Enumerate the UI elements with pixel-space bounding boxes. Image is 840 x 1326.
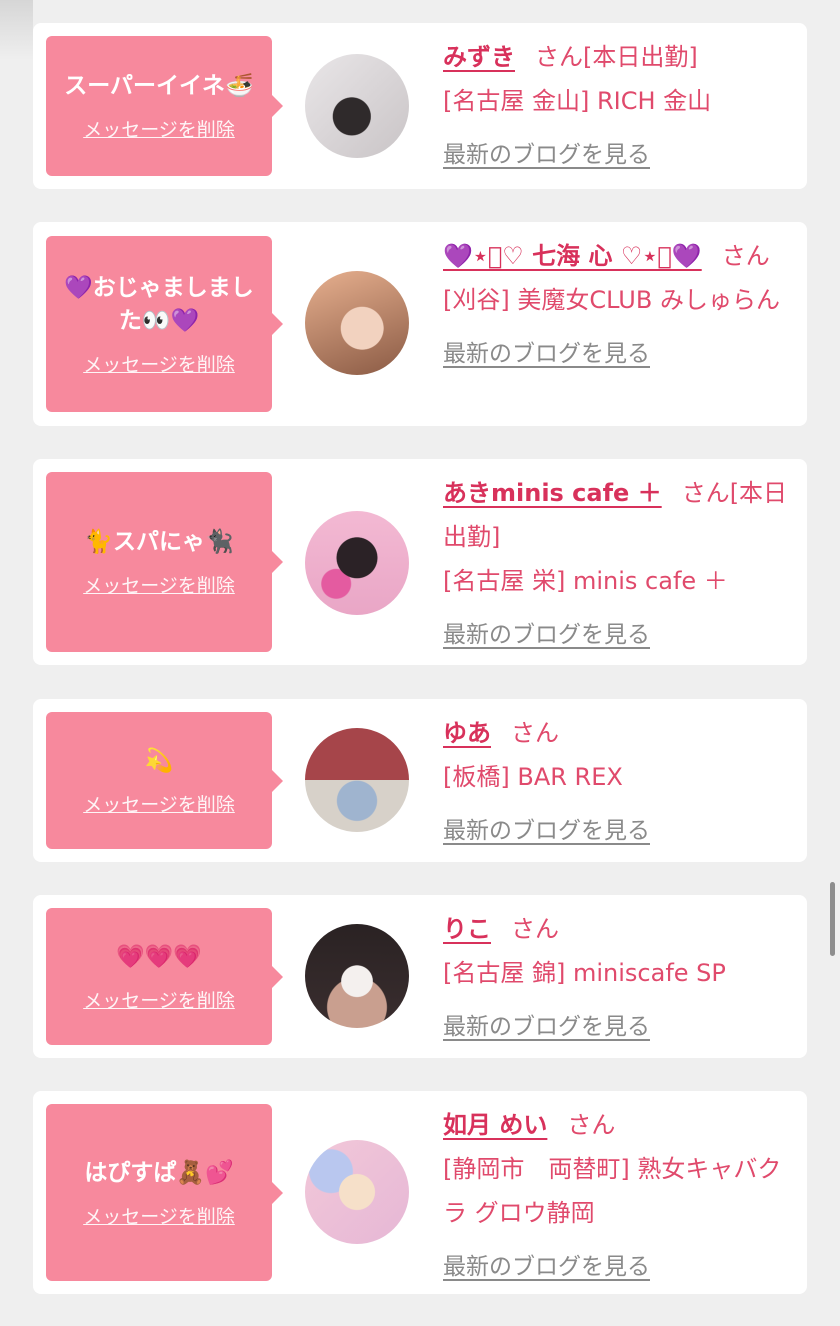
message-text: 💜おじゃましました👀💜	[64, 274, 254, 334]
message-card: はぴすぱ🧸💕 メッセージを削除 如月 めい さん [静岡市 両替町] 熟女キャバク…	[33, 1091, 807, 1294]
honorific: さん	[721, 242, 770, 270]
avatar[interactable]	[305, 54, 409, 158]
profile-info: あきminis cafe ＋さん[本日出勤] [名古屋 栄] minis caf…	[443, 471, 789, 649]
profile-info: 💜⋆͛♡ 七海 心 ♡⋆͛💜 さん [刈谷] 美魔女CLUB みしゅらん 最新のブ…	[443, 234, 789, 368]
message-bubble: 🐈スパにゃ🐈‍⬛ メッセージを削除	[46, 472, 283, 652]
avatar[interactable]	[305, 728, 409, 832]
profile-info: みずき さん[本日出勤] [名古屋 金山] RICH 金山 最新のブログを見る	[443, 35, 789, 169]
shop-name: [板橋] BAR REX	[443, 763, 623, 791]
message-bubble: スーパーイイネ🍜 メッセージを削除	[46, 36, 283, 176]
message-text: 🐈スパにゃ🐈‍⬛	[84, 529, 234, 555]
delete-message-link[interactable]: メッセージを削除	[83, 571, 235, 598]
honorific: さん	[511, 719, 559, 747]
blog-link[interactable]: 最新のブログを見る	[443, 334, 650, 368]
message-bubble: 💗💗💗 メッセージを削除	[46, 908, 283, 1045]
profile-info: りこ さん [名古屋 錦] miniscafe SP 最新のブログを見る	[443, 907, 789, 1041]
shop-name: [静岡市 両替町] 熟女キャバクラ グロウ静岡	[443, 1155, 782, 1227]
message-card: 🐈スパにゃ🐈‍⬛ メッセージを削除 あきminis cafe ＋さん[本日出勤]…	[33, 459, 807, 665]
message-bubble: 💫 メッセージを削除	[46, 712, 283, 849]
profile-name-link[interactable]: りこ	[443, 915, 491, 943]
blog-link[interactable]: 最新のブログを見る	[443, 1247, 650, 1281]
delete-message-link[interactable]: メッセージを削除	[83, 790, 235, 817]
delete-message-link[interactable]: メッセージを削除	[83, 115, 235, 142]
avatar[interactable]	[305, 271, 409, 375]
left-edge-shadow	[0, 0, 33, 60]
scrollbar[interactable]	[830, 882, 835, 956]
shop-name: [名古屋 栄] minis cafe ＋	[443, 567, 728, 595]
message-card: 💗💗💗 メッセージを削除 りこ さん [名古屋 錦] miniscafe SP 最…	[33, 895, 807, 1058]
profile-name-link[interactable]: みずき	[443, 43, 515, 71]
avatar[interactable]	[305, 511, 409, 615]
delete-message-link[interactable]: メッセージを削除	[83, 1202, 235, 1229]
avatar[interactable]	[305, 924, 409, 1028]
profile-name-link[interactable]: ゆあ	[443, 719, 491, 747]
message-card: スーパーイイネ🍜 メッセージを削除 みずき さん[本日出勤] [名古屋 金山] R…	[33, 23, 807, 189]
message-bubble: 💜おじゃましました👀💜 メッセージを削除	[46, 236, 283, 412]
blog-link[interactable]: 最新のブログを見る	[443, 1007, 650, 1041]
profile-info: ゆあ さん [板橋] BAR REX 最新のブログを見る	[443, 711, 789, 845]
message-card: 💜おじゃましました👀💜 メッセージを削除 💜⋆͛♡ 七海 心 ♡⋆͛💜 さん [刈…	[33, 222, 807, 426]
honorific: さん	[681, 479, 730, 507]
profile-name-link[interactable]: 如月 めい	[443, 1111, 547, 1139]
message-text: 💫	[144, 747, 174, 774]
shop-name: [名古屋 錦] miniscafe SP	[443, 959, 726, 987]
avatar[interactable]	[305, 1140, 409, 1244]
message-text: はぴすぱ🧸💕	[84, 1159, 234, 1186]
honorific: さん	[567, 1111, 616, 1139]
profile-name-link[interactable]: あきminis cafe ＋	[443, 479, 662, 507]
blog-link[interactable]: 最新のブログを見る	[443, 811, 650, 845]
honorific: さん	[511, 915, 559, 943]
message-text: 💗💗💗	[116, 943, 202, 970]
message-text: スーパーイイネ🍜	[64, 73, 254, 99]
shop-name: [名古屋 金山] RICH 金山	[443, 87, 712, 115]
message-card: 💫 メッセージを削除 ゆあ さん [板橋] BAR REX 最新のブログを見る	[33, 699, 807, 862]
profile-info: 如月 めい さん [静岡市 両替町] 熟女キャバクラ グロウ静岡 最新のブログを見…	[443, 1103, 789, 1281]
delete-message-link[interactable]: メッセージを削除	[83, 986, 235, 1013]
blog-link[interactable]: 最新のブログを見る	[443, 135, 650, 169]
blog-link[interactable]: 最新のブログを見る	[443, 615, 650, 649]
profile-name-link[interactable]: 💜⋆͛♡ 七海 心 ♡⋆͛💜	[443, 242, 702, 270]
honorific: さん	[535, 43, 583, 71]
work-status: [本日出勤]	[583, 43, 698, 71]
shop-name: [刈谷] 美魔女CLUB みしゅらん	[443, 286, 780, 314]
message-bubble: はぴすぱ🧸💕 メッセージを削除	[46, 1104, 283, 1281]
delete-message-link[interactable]: メッセージを削除	[83, 350, 235, 377]
